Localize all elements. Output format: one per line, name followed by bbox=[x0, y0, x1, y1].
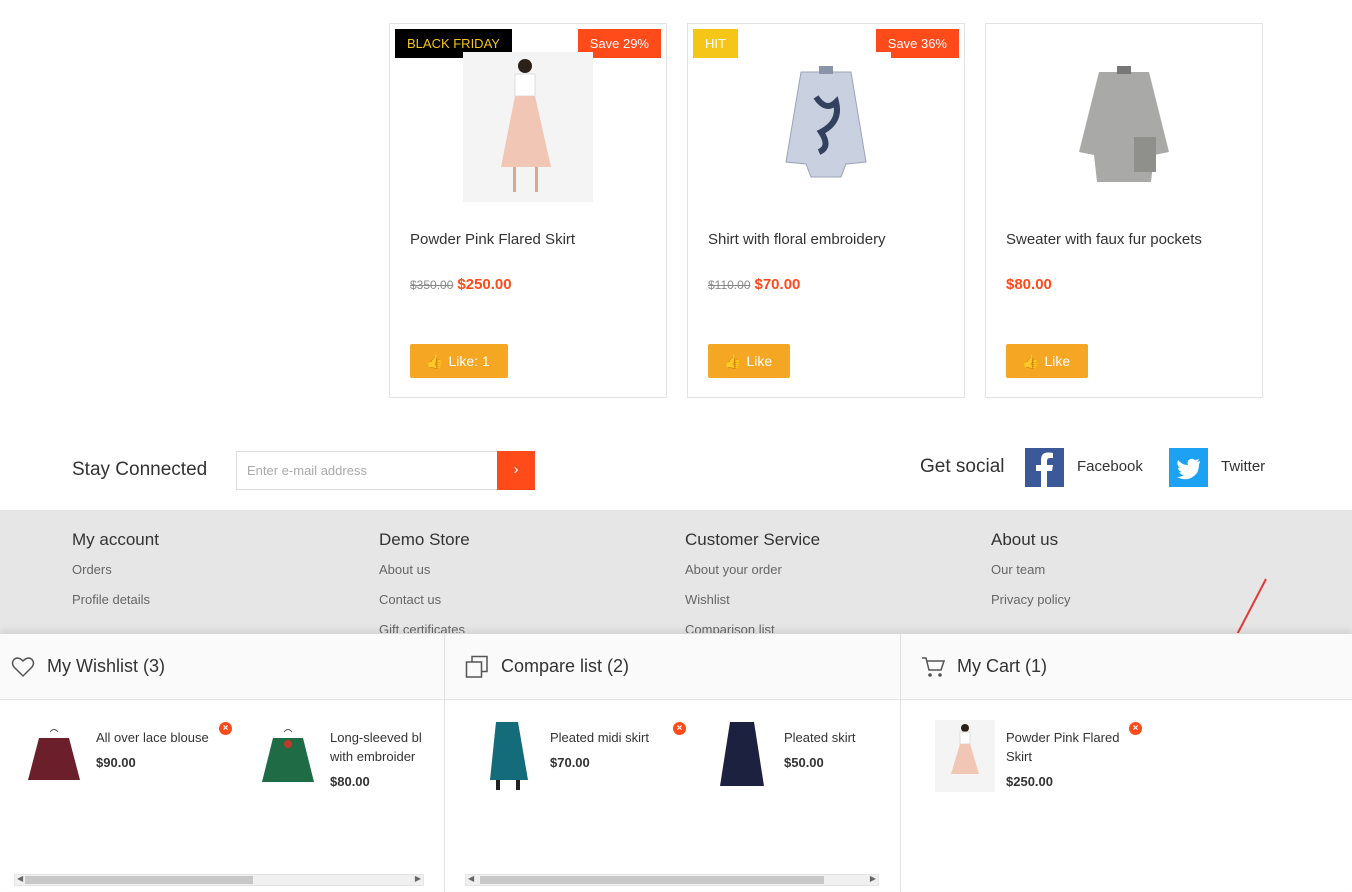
item-price: $250.00 bbox=[1006, 774, 1053, 789]
product-card[interactable]: BLACK FRIDAY Save 29% Powder Pink Flared… bbox=[389, 23, 667, 398]
footer-link[interactable]: Orders bbox=[72, 562, 159, 592]
product-thumbnail[interactable] bbox=[258, 720, 318, 792]
product-card[interactable]: HIT Save 36% Shirt with floral embroider… bbox=[687, 23, 965, 398]
cart-icon bbox=[922, 656, 945, 677]
remove-icon[interactable]: × bbox=[1129, 722, 1142, 735]
footer-column: Customer Service About your order Wishli… bbox=[685, 530, 820, 634]
footer-column: My account Orders Profile details bbox=[72, 530, 159, 622]
wishlist-title: My Wishlist (3) bbox=[47, 656, 165, 676]
product-price: $80.00 bbox=[1006, 276, 1052, 293]
cart-panel: My Cart (1) Powder Pink Flared Skirt $250… bbox=[901, 634, 1352, 892]
annotation-arrow-icon bbox=[1236, 578, 1267, 634]
item-price: $70.00 bbox=[550, 755, 590, 770]
product-name[interactable]: Powder Pink Flared Skirt bbox=[410, 231, 575, 248]
item-name[interactable]: Pleated midi skirt bbox=[550, 728, 649, 747]
remove-icon[interactable]: × bbox=[219, 722, 232, 735]
compare-panel: Compare list (2) Pleated midi skirt $70.… bbox=[445, 634, 901, 892]
scroll-left-icon[interactable]: ◀ bbox=[468, 874, 474, 883]
wishlist-header[interactable]: My Wishlist (3) bbox=[0, 634, 444, 700]
hit-badge: HIT bbox=[693, 29, 738, 58]
compare-header[interactable]: Compare list (2) bbox=[445, 634, 900, 700]
stay-connected-title: Stay Connected bbox=[72, 459, 208, 480]
cart-title: My Cart (1) bbox=[957, 656, 1047, 676]
footer-heading: Customer Service bbox=[685, 530, 821, 549]
twitter-icon[interactable] bbox=[1169, 448, 1208, 487]
item-name[interactable]: Powder Pink Flared Skirt bbox=[1006, 728, 1119, 766]
remove-icon[interactable]: × bbox=[673, 722, 686, 735]
wishlist-panel: My Wishlist (3) All over lace blouse $90… bbox=[0, 634, 445, 892]
footer-column: Demo Store About us Contact us Gift cert… bbox=[379, 530, 470, 634]
footer-link[interactable]: Contact us bbox=[379, 592, 470, 622]
get-social-title: Get social bbox=[920, 456, 1005, 477]
thumbs-up-icon: 👍 bbox=[1022, 353, 1040, 369]
site-footer: My account Orders Profile details Demo S… bbox=[0, 510, 1352, 634]
facebook-link[interactable]: Facebook bbox=[1077, 458, 1143, 475]
wishlist-scrollbar[interactable]: ◀ ▶ bbox=[14, 874, 424, 886]
footer-link[interactable]: About us bbox=[379, 562, 470, 592]
footer-link[interactable]: Wishlist bbox=[685, 592, 820, 622]
email-input[interactable]: Enter e-mail address bbox=[236, 451, 498, 490]
item-name[interactable]: Long-sleeved bl with embroider bbox=[330, 728, 424, 766]
footer-heading: Demo Store bbox=[379, 530, 470, 549]
like-button[interactable]: 👍 Like: 1 bbox=[410, 344, 508, 378]
like-button[interactable]: 👍 Like bbox=[1006, 344, 1089, 378]
footer-link[interactable]: Our team bbox=[991, 562, 1070, 592]
like-button[interactable]: 👍 Like bbox=[708, 344, 791, 378]
thumbs-up-icon: 👍 bbox=[724, 353, 742, 369]
footer-link[interactable]: About your order bbox=[685, 562, 820, 592]
facebook-icon[interactable] bbox=[1025, 448, 1064, 487]
thumbs-up-icon: 👍 bbox=[426, 353, 444, 369]
compare-icon bbox=[465, 655, 488, 678]
product-image[interactable] bbox=[463, 52, 593, 202]
item-name[interactable]: Pleated skirt bbox=[784, 728, 856, 747]
scroll-thumb[interactable] bbox=[25, 876, 253, 884]
item-price: $50.00 bbox=[784, 755, 824, 770]
bottom-panel: My Wishlist (3) All over lace blouse $90… bbox=[0, 633, 1352, 892]
footer-link[interactable]: Profile details bbox=[72, 592, 159, 622]
scroll-right-icon[interactable]: ▶ bbox=[870, 874, 876, 883]
product-card[interactable]: Sweater with faux fur pockets $80.00 👍 Li… bbox=[985, 23, 1263, 398]
compare-title: Compare list (2) bbox=[501, 656, 630, 676]
heart-icon bbox=[11, 656, 35, 677]
product-thumbnail[interactable] bbox=[712, 720, 772, 792]
product-image[interactable] bbox=[1059, 52, 1189, 202]
footer-link[interactable]: Privacy policy bbox=[991, 592, 1070, 622]
product-name[interactable]: Sweater with faux fur pockets bbox=[1006, 231, 1202, 248]
twitter-link[interactable]: Twitter bbox=[1221, 458, 1265, 475]
cart-header[interactable]: My Cart (1) bbox=[901, 634, 1352, 700]
subscribe-button[interactable]: › bbox=[497, 451, 535, 490]
item-name[interactable]: All over lace blouse bbox=[96, 728, 209, 747]
scroll-left-icon[interactable]: ◀ bbox=[17, 874, 23, 883]
scroll-right-icon[interactable]: ▶ bbox=[415, 874, 421, 883]
footer-heading: About us bbox=[991, 530, 1059, 549]
product-image[interactable] bbox=[761, 52, 891, 202]
footer-column: About us Our team Privacy policy bbox=[991, 530, 1070, 622]
scroll-thumb[interactable] bbox=[480, 876, 824, 884]
product-price: $350.00 $250.00 bbox=[410, 276, 512, 293]
footer-heading: My account bbox=[72, 530, 159, 549]
item-price: $90.00 bbox=[96, 755, 136, 770]
product-price: $110.00 $70.00 bbox=[708, 276, 801, 293]
product-thumbnail[interactable] bbox=[24, 720, 84, 792]
product-thumbnail[interactable] bbox=[478, 720, 538, 792]
item-price: $80.00 bbox=[330, 774, 370, 789]
compare-scrollbar[interactable]: ◀ ▶ bbox=[465, 874, 879, 886]
product-thumbnail[interactable] bbox=[935, 720, 995, 792]
product-name[interactable]: Shirt with floral embroidery bbox=[708, 231, 886, 248]
